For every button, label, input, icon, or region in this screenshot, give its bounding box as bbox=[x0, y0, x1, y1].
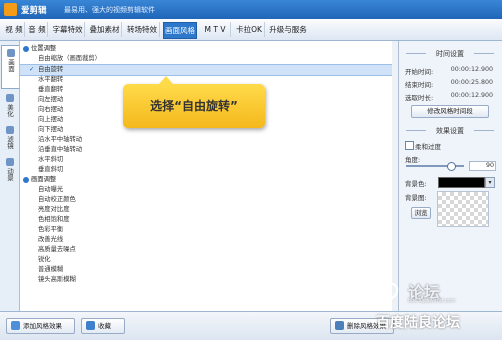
modify-time-button[interactable]: 修改风格时间段 bbox=[411, 105, 489, 118]
app-name: 爱剪辑 bbox=[21, 6, 47, 16]
list-item[interactable]: 镜头高斯模糊 bbox=[20, 275, 392, 285]
nav-item-label: 动景 bbox=[5, 168, 14, 181]
list-item[interactable]: 垂直斜切 bbox=[20, 165, 392, 175]
tab-transition-effects[interactable]: 转场特效 bbox=[125, 22, 160, 37]
collapse-icon bbox=[23, 177, 29, 183]
angle-input[interactable]: 90 bbox=[469, 161, 496, 171]
effect-list: 位置调整 自由缩放（画面裁剪） ✓ 自由旋转 水平翻转 垂直翻转 向左摆动 向右… bbox=[20, 41, 399, 311]
background-image-preview bbox=[437, 191, 489, 227]
list-item[interactable]: 自动曝光 bbox=[20, 185, 392, 195]
tab-picture-style[interactable]: 画面风格 bbox=[163, 22, 197, 39]
tab-audio[interactable]: 音 频 bbox=[27, 22, 48, 37]
divider bbox=[406, 53, 426, 54]
duration-field[interactable]: 00:00:12.900 bbox=[443, 91, 493, 100]
list-item[interactable]: 亮度对比度 bbox=[20, 205, 392, 215]
main-tab-bar: 视 频 音 频 字幕特效 叠加素材 转场特效 画面风格 M T V 卡拉OK 升… bbox=[0, 19, 502, 41]
picture-icon bbox=[6, 49, 15, 57]
list-item[interactable]: 自由缩放（画面裁剪） bbox=[20, 54, 392, 64]
watermark-url: bbs.lupaworld.com bbox=[408, 298, 456, 304]
list-item[interactable]: 沿垂直中轴转动 bbox=[20, 145, 392, 155]
smooth-transition-checkbox[interactable] bbox=[405, 141, 414, 150]
background-color-label: 背景色: bbox=[405, 180, 427, 188]
app-logo-icon bbox=[4, 3, 17, 16]
list-item[interactable]: 高质量去噪点 bbox=[20, 245, 392, 255]
end-time-field[interactable]: 00:00:25.800 bbox=[443, 78, 493, 87]
list-scrollbar[interactable] bbox=[392, 41, 398, 311]
beautify-icon bbox=[5, 94, 14, 102]
chevron-down-icon[interactable]: ▾ bbox=[485, 177, 495, 188]
start-time-label: 开始时间: bbox=[405, 68, 434, 76]
list-item[interactable]: 自动校正颜色 bbox=[20, 195, 392, 205]
callout-pointer bbox=[159, 76, 173, 84]
tab-upgrade-service[interactable]: 升级与服务 bbox=[268, 22, 308, 37]
forum-watermark: 论坛 bbs.lupaworld.com 百度陆良论坛 bbox=[368, 279, 498, 335]
collapse-icon bbox=[23, 46, 29, 52]
tab-mtv[interactable]: M T V bbox=[200, 22, 231, 37]
filter-icon bbox=[5, 126, 14, 134]
start-time-field[interactable]: 00:00:12.900 bbox=[443, 65, 493, 74]
list-item[interactable]: 沿水平中轴转动 bbox=[20, 135, 392, 145]
list-item[interactable]: 色彩平衡 bbox=[20, 225, 392, 235]
settings-panel: 时间设置 开始时间: 00:00:12.900 结束时间: 00:00:25.8… bbox=[399, 41, 502, 311]
list-item[interactable]: 改善光线 bbox=[20, 235, 392, 245]
duration-label: 选取时长: bbox=[405, 94, 434, 102]
trash-icon bbox=[335, 321, 344, 330]
angle-slider-handle[interactable] bbox=[447, 162, 456, 171]
title-bar: 爱剪辑 最易用、强大的视频剪辑软件 bbox=[0, 0, 502, 19]
list-item[interactable]: 普通模糊 bbox=[20, 265, 392, 275]
tab-video[interactable]: 视 频 bbox=[4, 22, 25, 37]
time-settings-header: 时间设置 bbox=[404, 49, 496, 59]
group-picture-adjust[interactable]: 画面调整 bbox=[20, 175, 392, 185]
add-icon bbox=[11, 321, 20, 330]
app-slogan: 最易用、强大的视频剪辑软件 bbox=[64, 6, 155, 14]
background-image-label: 背景图: bbox=[405, 194, 427, 202]
favorite-button[interactable]: 收藏 bbox=[81, 318, 125, 334]
group-position-adjust[interactable]: 位置调整 bbox=[20, 44, 392, 54]
list-item[interactable]: 锐化 bbox=[20, 255, 392, 265]
motion-icon bbox=[5, 158, 14, 166]
divider bbox=[474, 130, 494, 131]
tab-karaoke[interactable]: 卡拉OK bbox=[234, 22, 265, 37]
check-icon: ✓ bbox=[29, 66, 35, 73]
nav-item-picture[interactable]: 画面 bbox=[1, 45, 19, 89]
forum-logo-icon bbox=[368, 281, 399, 308]
add-effect-button[interactable]: 添加风格效果 bbox=[6, 318, 75, 334]
category-sidebar: 画面 美化 滤镜 动景 bbox=[0, 41, 20, 311]
nav-item-label: 滤镜 bbox=[5, 136, 14, 149]
nav-item-label: 美化 bbox=[5, 104, 14, 117]
watermark-caption: 百度陆良论坛 bbox=[376, 315, 460, 331]
list-item[interactable]: 色相饱和度 bbox=[20, 215, 392, 225]
smooth-transition-label: 柔和过度 bbox=[415, 143, 441, 151]
instruction-callout: 选择“自由旋转” bbox=[123, 76, 265, 128]
nav-item-label: 画面 bbox=[6, 59, 15, 72]
angle-label: 角度: bbox=[405, 156, 421, 164]
divider bbox=[406, 130, 426, 131]
callout-text: 选择“自由旋转” bbox=[150, 99, 238, 113]
nav-item-motion[interactable]: 动景 bbox=[1, 155, 18, 197]
background-color-swatch[interactable] bbox=[438, 177, 485, 188]
divider bbox=[474, 53, 494, 54]
end-time-label: 结束时间: bbox=[405, 81, 434, 89]
tab-overlay-material[interactable]: 叠加素材 bbox=[88, 22, 122, 37]
tab-subtitle-effects[interactable]: 字幕特效 bbox=[51, 22, 85, 37]
star-icon bbox=[86, 321, 95, 330]
browse-button[interactable]: 浏览 bbox=[411, 207, 431, 219]
list-item[interactable]: 水平斜切 bbox=[20, 155, 392, 165]
effect-settings-header: 效果设置 bbox=[404, 126, 496, 136]
